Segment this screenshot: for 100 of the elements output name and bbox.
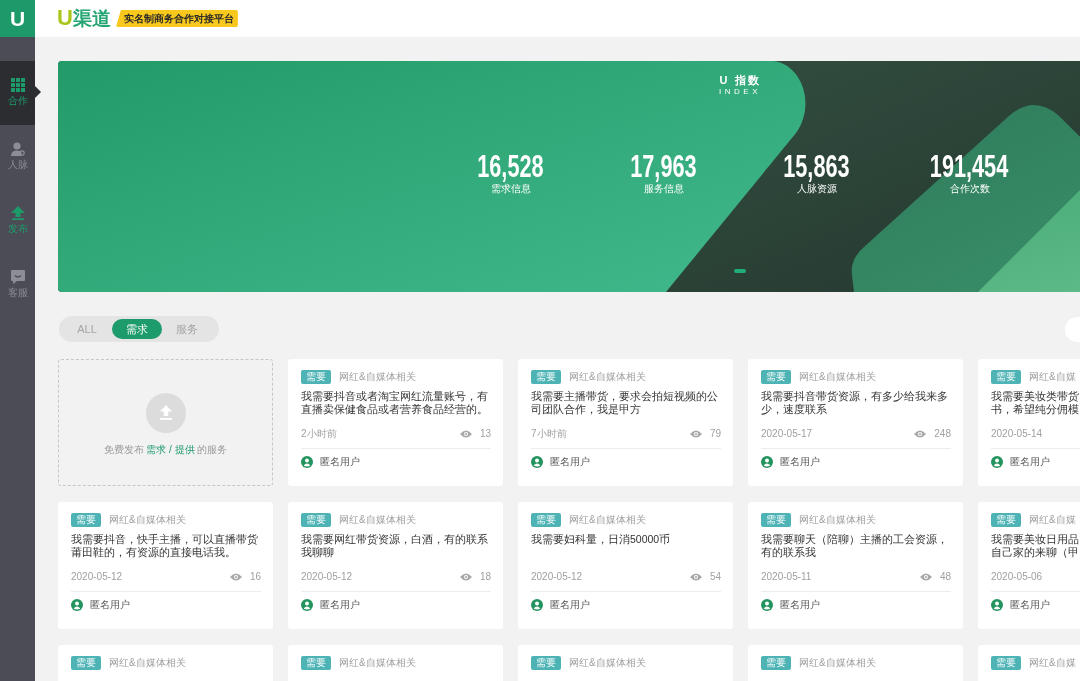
logo-mark[interactable]: U bbox=[0, 0, 35, 37]
index-title: U 指数 bbox=[719, 74, 761, 87]
need-tag: 需要 bbox=[991, 656, 1021, 670]
request-card[interactable]: 需要 网红&自媒体相关 我需要抖音或者淘宝网红流量账号，有 直播卖保健食品或者营养食品经营的。 2小时前 13 匿名用户 bbox=[288, 359, 503, 486]
request-card[interactable]: 需要 网红&自媒 我需要美妆日用品 自己家的来聊（甲 2020-05-06 匿名用户 bbox=[978, 502, 1080, 629]
post-time: 2020-05-12 bbox=[71, 571, 123, 583]
need-tag: 需要 bbox=[991, 513, 1021, 527]
request-card[interactable]: 需要 网红&自媒体相关 bbox=[288, 645, 503, 681]
request-card[interactable]: 需要 网红&自媒体相关 bbox=[518, 645, 733, 681]
post-time: 2020-05-11 bbox=[761, 571, 812, 583]
nav-item[interactable]: 合作 bbox=[0, 61, 35, 125]
need-tag: 需要 bbox=[531, 370, 561, 384]
user-name: 匿名用户 bbox=[90, 599, 130, 611]
request-card[interactable]: 需要 网红&自媒体相关 我需要妇科量，日消50000币 2020-05-12 54 匿名用户 bbox=[518, 502, 733, 629]
need-tag: 需要 bbox=[761, 513, 791, 527]
category-label: 网红&自媒体相关 bbox=[109, 657, 186, 669]
view-count: 79 bbox=[709, 428, 721, 440]
request-text: 我需要妇科量，日消50000币 bbox=[531, 533, 672, 547]
post-time: 2020-05-06 bbox=[991, 571, 1043, 583]
publish-card[interactable]: 免费发布 需求 / 提供 的服务 bbox=[58, 359, 273, 486]
view-count: 18 bbox=[479, 571, 491, 583]
stat-value: 191,454 bbox=[930, 152, 1009, 182]
user-avatar-icon bbox=[301, 456, 313, 468]
publish-link[interactable]: 提供 bbox=[174, 444, 195, 455]
request-text: 我需要网红带货资源，白酒，有的联系 我聊聊 bbox=[301, 533, 489, 559]
user-avatar-icon bbox=[761, 456, 773, 468]
stat-value: 17,963 bbox=[630, 152, 697, 182]
request-card[interactable]: 需要 网红&自媒 bbox=[978, 645, 1080, 681]
request-card[interactable]: 需要 网红&自媒体相关 bbox=[58, 645, 273, 681]
category-label: 网红&自媒体相关 bbox=[569, 371, 646, 383]
logo-text: 渠道 bbox=[72, 7, 111, 31]
stat-label: 人脉资源 bbox=[796, 183, 837, 195]
user-name: 匿名用户 bbox=[1010, 599, 1050, 611]
user-avatar-icon bbox=[71, 599, 83, 611]
slide-indicator[interactable] bbox=[734, 269, 746, 273]
category-label: 网红&自媒体相关 bbox=[339, 657, 416, 669]
request-card[interactable]: 需要 网红&自媒体相关 bbox=[748, 645, 963, 681]
filter-tab[interactable]: 需求 bbox=[112, 319, 162, 339]
slogan-badge: 实名制商务合作对接平台 bbox=[115, 10, 238, 27]
need-tag: 需要 bbox=[301, 370, 331, 384]
request-card[interactable]: 需要 网红&自媒体相关 我需要抖音，快手主播，可以直播带货 莆田鞋的，有资源的直接电话我。 2020-05-12 16 匿名用户 bbox=[58, 502, 273, 629]
request-card[interactable]: 需要 网红&自媒 我需要美妆类带货 书，希望纯分佣模 2020-05-14 匿名用户 bbox=[978, 359, 1080, 486]
category-label: 网红&自媒 bbox=[1029, 657, 1076, 669]
request-card[interactable]: 需要 网红&自媒体相关 我需要抖音带货资源，有多少给我来多 少，速度联系 2020-05-17 248 匿名用户 bbox=[748, 359, 963, 486]
stat-value: 15,863 bbox=[783, 152, 850, 182]
stat-value: 16,528 bbox=[477, 152, 544, 182]
request-card[interactable]: 需要 网红&自媒体相关 我需要聊天（陪聊）主播的工会资源， 有的联系我 2020-05-11 48 匿名用户 bbox=[748, 502, 963, 629]
user-avatar-icon bbox=[761, 599, 773, 611]
category-label: 网红&自媒体相关 bbox=[799, 514, 876, 526]
nav-item[interactable]: 发布 bbox=[0, 189, 35, 253]
request-text: 我需要抖音，快手主播，可以直播带货 莆田鞋的，有资源的直接电话我。 bbox=[71, 533, 259, 559]
request-text: 我需要抖音或者淘宝网红流量账号，有 直播卖保健食品或者营养食品经营的。 bbox=[301, 390, 489, 416]
eye-icon bbox=[459, 573, 472, 581]
pointer-icon bbox=[35, 86, 41, 98]
upload-icon bbox=[10, 206, 25, 220]
user-name: 匿名用户 bbox=[550, 456, 590, 468]
chat-icon bbox=[10, 270, 25, 284]
request-card[interactable]: 需要 网红&自媒体相关 我需要网红带货资源，白酒，有的联系 我聊聊 2020-05-12 18 匿名用户 bbox=[288, 502, 503, 629]
category-label: 网红&自媒体相关 bbox=[109, 514, 186, 526]
stat-label: 服务信息 bbox=[643, 183, 684, 195]
eye-icon bbox=[459, 430, 472, 438]
need-tag: 需要 bbox=[761, 656, 791, 670]
category-label: 网红&自媒体相关 bbox=[339, 371, 416, 383]
user-avatar-icon bbox=[991, 456, 1003, 468]
post-time: 2小时前 bbox=[301, 428, 337, 440]
need-tag: 需要 bbox=[531, 513, 561, 527]
category-label: 网红&自媒体相关 bbox=[339, 514, 416, 526]
stat-label: 合作次数 bbox=[949, 183, 990, 195]
user-name: 匿名用户 bbox=[320, 599, 360, 611]
view-count: 248 bbox=[934, 428, 951, 440]
category-label: 网红&自媒体相关 bbox=[569, 657, 646, 669]
upload-icon bbox=[145, 393, 186, 433]
category-label: 网红&自媒体相关 bbox=[799, 657, 876, 669]
grid-icon bbox=[10, 78, 25, 92]
filter-tab[interactable]: ALL bbox=[62, 319, 112, 339]
category-label: 网红&自媒体相关 bbox=[799, 371, 876, 383]
request-text: 我需要美妆类带货 书，希望纯分佣模 bbox=[991, 390, 1080, 416]
need-tag: 需要 bbox=[301, 513, 331, 527]
user-name: 匿名用户 bbox=[550, 599, 590, 611]
user-name: 匿名用户 bbox=[320, 456, 360, 468]
post-time: 2020-05-17 bbox=[761, 428, 813, 440]
logo-mark: U bbox=[57, 6, 73, 30]
post-time: 2020-05-12 bbox=[531, 571, 583, 583]
view-count: 13 bbox=[479, 428, 491, 440]
category-label: 网红&自媒 bbox=[1029, 514, 1076, 526]
category-label: 网红&自媒 bbox=[1029, 371, 1076, 383]
publish-link[interactable]: 需求 bbox=[146, 444, 167, 455]
need-tag: 需要 bbox=[71, 656, 101, 670]
post-time: 7小时前 bbox=[531, 428, 567, 440]
request-text: 我需要抖音带货资源，有多少给我来多 少，速度联系 bbox=[761, 390, 949, 416]
user-avatar-icon bbox=[991, 599, 1003, 611]
eye-icon bbox=[229, 573, 242, 581]
nav-item[interactable]: 客服 bbox=[0, 253, 35, 317]
request-text: 我需要聊天（陪聊）主播的工会资源， 有的联系我 bbox=[761, 533, 949, 559]
person-icon bbox=[10, 142, 25, 156]
request-card[interactable]: 需要 网红&自媒体相关 我需要主播带货，要求会拍短视频的公 司团队合作，我是甲方 7小时前 79 匿名用户 bbox=[518, 359, 733, 486]
need-tag: 需要 bbox=[991, 370, 1021, 384]
index-subtitle: INDEX bbox=[719, 87, 761, 97]
user-avatar-icon bbox=[301, 599, 313, 611]
need-tag: 需要 bbox=[71, 513, 101, 527]
